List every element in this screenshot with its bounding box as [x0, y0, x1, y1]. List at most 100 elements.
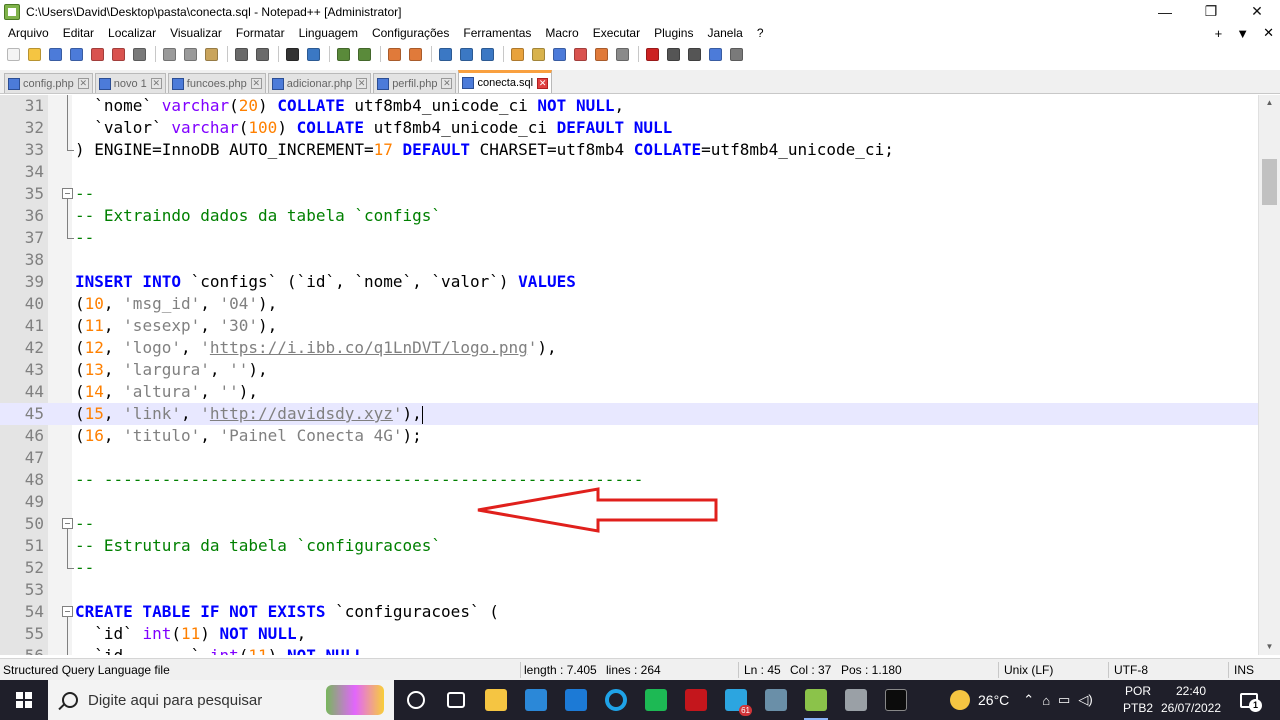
- tab-close-icon[interactable]: ✕: [441, 78, 453, 89]
- code-link[interactable]: https://i.ibb.co/q1LnDVT/logo.png: [210, 338, 528, 357]
- cut-icon[interactable]: [160, 45, 178, 63]
- undo-icon[interactable]: [232, 45, 250, 63]
- settings-app-icon[interactable]: [836, 680, 876, 720]
- new-tab-plus-icon[interactable]: +: [1215, 26, 1223, 41]
- menu-item-ferramentas[interactable]: Ferramentas: [455, 26, 537, 40]
- close-all-icon[interactable]: [109, 45, 127, 63]
- zoom-out-icon[interactable]: [355, 45, 373, 63]
- scrollbar-thumb[interactable]: [1262, 159, 1277, 206]
- code-line[interactable]: 44 (14, 'altura', ''),: [0, 381, 1258, 403]
- editor[interactable]: 31 `nome` varchar(20) COLLATE utf8mb4_un…: [0, 95, 1280, 655]
- notepadpp-icon[interactable]: [796, 680, 836, 720]
- udl-icon[interactable]: [508, 45, 526, 63]
- vertical-scrollbar[interactable]: ▲ ▼: [1258, 95, 1280, 655]
- function-list-icon[interactable]: [571, 45, 589, 63]
- code-line[interactable]: 41 (11, 'sesexp', '30'),: [0, 315, 1258, 337]
- menu-item-linguagem[interactable]: Linguagem: [291, 26, 364, 40]
- tab-novo-1[interactable]: novo 1 ✕: [94, 73, 166, 93]
- print-icon[interactable]: [130, 45, 148, 63]
- code-line[interactable]: 51 -- Estrutura da tabela `configuracoes`: [0, 535, 1258, 557]
- filezilla-icon[interactable]: [676, 680, 716, 720]
- code-line[interactable]: 56 `id_ ` int(11) NOT NULL: [0, 645, 1258, 655]
- network-icon[interactable]: ⌂: [1042, 693, 1050, 708]
- tab-conecta-sql[interactable]: conecta.sql ✕: [458, 70, 553, 93]
- tab-list-dropdown-icon[interactable]: ▼: [1236, 26, 1249, 41]
- show-all-chars-icon[interactable]: [457, 45, 475, 63]
- menu-item-executar[interactable]: Executar: [585, 26, 646, 40]
- menu-item-arquivo[interactable]: Arquivo: [0, 26, 55, 40]
- paste-icon[interactable]: [202, 45, 220, 63]
- stop-macro-icon[interactable]: [664, 45, 682, 63]
- battery-icon[interactable]: ▭: [1058, 692, 1070, 708]
- menu-item-janela[interactable]: Janela: [699, 26, 748, 40]
- weather-moon-icon[interactable]: [950, 690, 970, 710]
- notes-app-icon[interactable]: [756, 680, 796, 720]
- sync-horizontal-icon[interactable]: [406, 45, 424, 63]
- code-line[interactable]: 54 CREATE TABLE IF NOT EXISTS `configurac…: [0, 601, 1258, 623]
- tab-funcoes-php[interactable]: funcoes.php ✕: [167, 73, 266, 93]
- code-link[interactable]: http://davidsdy.xyz: [210, 404, 393, 423]
- word-wrap-icon[interactable]: [436, 45, 454, 63]
- volume-icon[interactable]: ◁): [1078, 692, 1092, 708]
- code-line[interactable]: 35 --: [0, 183, 1258, 205]
- close-window-button[interactable]: ✕: [1234, 0, 1280, 23]
- indent-guide-icon[interactable]: [478, 45, 496, 63]
- start-button[interactable]: [0, 680, 48, 720]
- edge-icon[interactable]: [636, 680, 676, 720]
- minimize-button[interactable]: —: [1142, 0, 1188, 23]
- tab-adicionar-php[interactable]: adicionar.php ✕: [267, 73, 372, 93]
- status-insert-mode[interactable]: INS: [1231, 659, 1271, 681]
- tab-config-php[interactable]: config.php ✕: [4, 73, 93, 93]
- code-line[interactable]: 43 (13, 'largura', ''),: [0, 359, 1258, 381]
- fold-toggle-icon[interactable]: [60, 513, 74, 535]
- copy-icon[interactable]: [181, 45, 199, 63]
- code-line[interactable]: 37 --: [0, 227, 1258, 249]
- tab-close-icon[interactable]: ✕: [356, 78, 368, 89]
- tab-close-icon[interactable]: ✕: [250, 78, 262, 89]
- replace-icon[interactable]: [304, 45, 322, 63]
- menu-item-formatar[interactable]: Formatar: [228, 26, 291, 40]
- fold-toggle-icon[interactable]: [60, 183, 74, 205]
- cortana-ring-icon[interactable]: [596, 680, 636, 720]
- code-line[interactable]: 32 `valor` varchar(100) COLLATE utf8mb4_…: [0, 117, 1258, 139]
- code-line[interactable]: 39 INSERT INTO `configs` (`id`, `nome`, `…: [0, 271, 1258, 293]
- code-line[interactable]: 45 (15, 'link', 'http://davidsdy.xyz'),: [0, 403, 1258, 425]
- close-icon[interactable]: [88, 45, 106, 63]
- tab-close-icon[interactable]: ✕: [537, 77, 549, 89]
- task-view-icon[interactable]: [436, 680, 476, 720]
- store-icon[interactable]: [516, 680, 556, 720]
- status-eol[interactable]: Unix (LF): [1001, 659, 1101, 681]
- code-line[interactable]: 33) ENGINE=InnoDB AUTO_INCREMENT=17 DEFA…: [0, 139, 1258, 161]
- taskbar-search-box[interactable]: Digite aqui para pesquisar: [48, 680, 394, 720]
- save-icon[interactable]: [46, 45, 64, 63]
- code-line[interactable]: 47: [0, 447, 1258, 469]
- restore-button[interactable]: ❐: [1188, 0, 1234, 23]
- redo-icon[interactable]: [253, 45, 271, 63]
- file-explorer-icon[interactable]: [476, 680, 516, 720]
- save-macro-icon[interactable]: [727, 45, 745, 63]
- terminal-icon[interactable]: [876, 680, 916, 720]
- code-line[interactable]: 53: [0, 579, 1258, 601]
- system-clock[interactable]: 22:40 26/07/2022: [1150, 683, 1232, 717]
- code-line[interactable]: 46 (16, 'titulo', 'Painel Conecta 4G');: [0, 425, 1258, 447]
- menu-item-plugins[interactable]: Plugins: [646, 26, 699, 40]
- mail-icon[interactable]: [556, 680, 596, 720]
- status-encoding[interactable]: UTF-8: [1111, 659, 1221, 681]
- code-line[interactable]: 55 `id` int(11) NOT NULL,: [0, 623, 1258, 645]
- new-file-icon[interactable]: [4, 45, 22, 63]
- folder-workspace-icon[interactable]: [592, 45, 610, 63]
- record-macro-icon[interactable]: [643, 45, 661, 63]
- play-macro-icon[interactable]: [685, 45, 703, 63]
- cortana-icon[interactable]: [396, 680, 436, 720]
- telegram-icon[interactable]: 61: [716, 680, 756, 720]
- zoom-in-icon[interactable]: [334, 45, 352, 63]
- code-line[interactable]: 52 --: [0, 557, 1258, 579]
- open-file-icon[interactable]: [25, 45, 43, 63]
- code-line[interactable]: 31 `nome` varchar(20) COLLATE utf8mb4_un…: [0, 95, 1258, 117]
- close-document-icon[interactable]: ✕: [1263, 25, 1274, 41]
- code-line[interactable]: 34: [0, 161, 1258, 183]
- fold-toggle-icon[interactable]: [60, 601, 74, 623]
- menu-item-visualizar[interactable]: Visualizar: [162, 26, 228, 40]
- menu-item-localizar[interactable]: Localizar: [100, 26, 162, 40]
- code-area[interactable]: 31 `nome` varchar(20) COLLATE utf8mb4_un…: [0, 95, 1258, 655]
